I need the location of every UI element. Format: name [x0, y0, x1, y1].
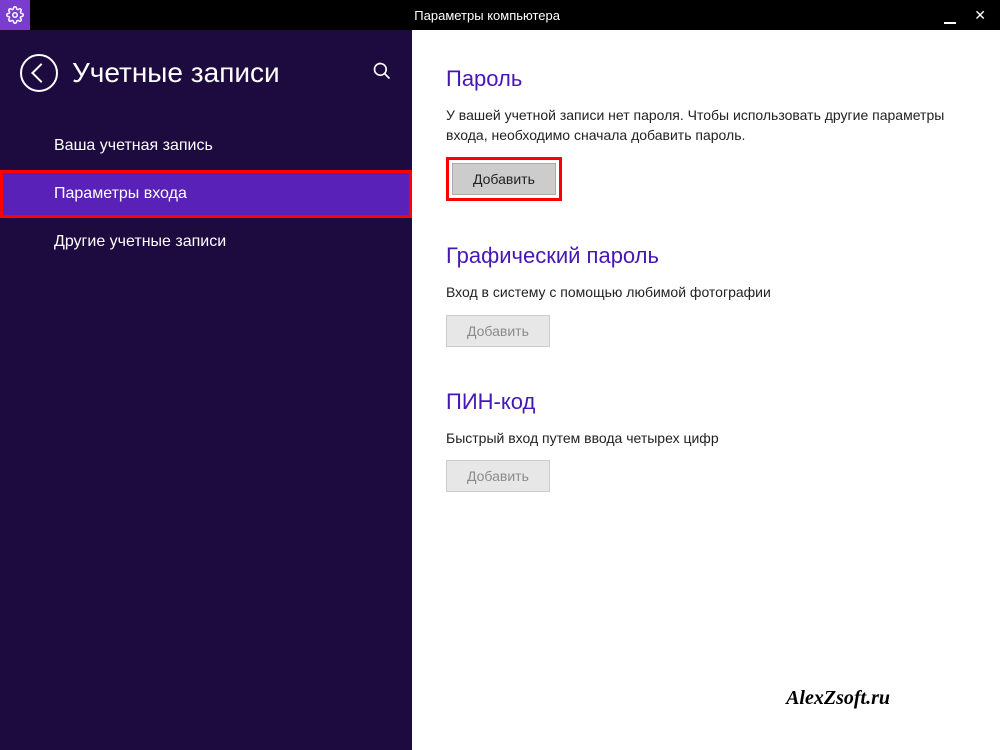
section-picture-password: Графический пароль Вход в систему с помо… — [446, 243, 966, 347]
section-heading: ПИН-код — [446, 389, 966, 415]
content-pane: Пароль У вашей учетной записи нет пароля… — [412, 30, 1000, 750]
window-controls: ✕ — [944, 0, 1000, 30]
highlight-frame: Добавить — [446, 157, 562, 201]
settings-gear-icon — [0, 0, 30, 30]
section-heading: Графический пароль — [446, 243, 966, 269]
sidebar-item-signin-options[interactable]: Параметры входа — [0, 170, 412, 218]
add-picture-password-button[interactable]: Добавить — [446, 315, 550, 347]
sidebar-item-label: Ваша учетная запись — [54, 137, 213, 154]
window-title: Параметры компьютера — [30, 8, 944, 23]
section-password: Пароль У вашей учетной записи нет пароля… — [446, 66, 966, 201]
sidebar: Учетные записи Ваша учетная запись Парам… — [0, 30, 412, 750]
section-description: Быстрый вход путем ввода четырех цифр — [446, 429, 966, 449]
section-description: У вашей учетной записи нет пароля. Чтобы… — [446, 106, 966, 145]
add-pin-button[interactable]: Добавить — [446, 460, 550, 492]
search-button[interactable] — [372, 61, 392, 86]
back-button[interactable] — [20, 54, 58, 92]
sidebar-item-label: Параметры входа — [54, 185, 187, 202]
body: Учетные записи Ваша учетная запись Парам… — [0, 30, 1000, 750]
titlebar: Параметры компьютера ✕ — [0, 0, 1000, 30]
sidebar-nav: Ваша учетная запись Параметры входа Друг… — [0, 122, 412, 266]
sidebar-item-other-accounts[interactable]: Другие учетные записи — [0, 218, 412, 266]
search-icon — [372, 61, 392, 81]
sidebar-header: Учетные записи — [0, 30, 412, 112]
sidebar-item-label: Другие учетные записи — [54, 233, 226, 250]
section-pin: ПИН-код Быстрый вход путем ввода четырех… — [446, 389, 966, 493]
arrow-left-icon — [31, 63, 51, 83]
watermark: AlexZsoft.ru — [786, 687, 890, 710]
settings-window: Параметры компьютера ✕ Учетные записи — [0, 0, 1000, 750]
close-button[interactable]: ✕ — [974, 8, 986, 22]
section-heading: Пароль — [446, 66, 966, 92]
minimize-button[interactable] — [944, 7, 956, 23]
sidebar-item-your-account[interactable]: Ваша учетная запись — [0, 122, 412, 170]
page-title: Учетные записи — [72, 57, 372, 89]
section-description: Вход в систему с помощью любимой фотогра… — [446, 283, 966, 303]
add-password-button[interactable]: Добавить — [452, 163, 556, 195]
